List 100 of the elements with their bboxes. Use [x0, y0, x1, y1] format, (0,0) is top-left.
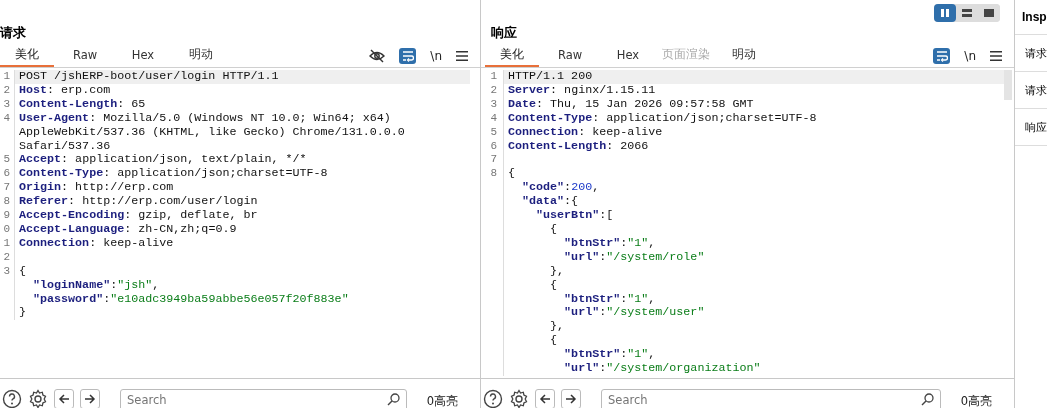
- line-number: 3: [489, 97, 498, 112]
- newline-toggle[interactable]: \n: [430, 48, 442, 63]
- inspector-section[interactable]: 响应: [1025, 119, 1047, 135]
- code-line: "code":200,: [503, 181, 1004, 196]
- code-line: "url":"/system/user": [503, 306, 1004, 321]
- right-arrow-icon: [565, 393, 577, 405]
- line-number: 1: [2, 236, 10, 251]
- code-line: "data":{: [503, 195, 1004, 210]
- search-icon: [920, 393, 934, 406]
- code-line: "url":"/system/organization": [503, 362, 1004, 376]
- tab[interactable]: Raw: [58, 44, 112, 67]
- line-number: 5: [489, 125, 498, 140]
- line-number: 4: [2, 111, 10, 126]
- code-line: Accept-Encoding: gzip, deflate, br: [14, 209, 470, 223]
- eye-slash-icon[interactable]: [369, 48, 386, 63]
- highlight-count: 0高亮: [960, 394, 992, 408]
- tab[interactable]: 美化: [0, 44, 54, 67]
- rows-layout-icon: [961, 7, 973, 19]
- line-number: 6: [489, 139, 498, 154]
- code-line: "btnStr":"1",: [503, 292, 1004, 307]
- code-line: "btnStr":"1",: [503, 236, 1004, 251]
- code-line: },: [503, 264, 1004, 279]
- gear-icon[interactable]: [28, 389, 48, 408]
- line-number: 3: [2, 264, 10, 279]
- line-number: 4: [489, 111, 498, 126]
- right-arrow-icon: [84, 393, 96, 405]
- tab[interactable]: 明动: [174, 44, 228, 67]
- code-line: {: [503, 278, 1004, 293]
- line-number: 9: [2, 209, 10, 223]
- code-line: {: [503, 222, 1004, 237]
- forward-button[interactable]: [80, 389, 100, 408]
- tab[interactable]: 美化: [485, 44, 539, 67]
- code-line: {: [503, 334, 1004, 349]
- code-line: Referer: http://erp.com/user/login: [14, 195, 470, 210]
- code-line: },: [503, 320, 1004, 335]
- wrap-toggle-button[interactable]: [933, 47, 951, 64]
- code-line: Connection: keep-alive: [503, 125, 1004, 140]
- line-number: 2: [2, 250, 10, 265]
- pane-title: 请求: [0, 24, 26, 42]
- code-line: Origin: http://erp.com: [14, 181, 470, 196]
- tab[interactable]: Hex: [116, 44, 170, 67]
- line-number: 3: [2, 97, 10, 112]
- line-number: 7: [489, 153, 498, 168]
- menu-icon[interactable]: [456, 49, 468, 62]
- code-line: {: [503, 167, 1004, 182]
- left-arrow-icon: [539, 393, 551, 405]
- code-line: "password":"e10adc3949ba59abbe56e057f20f883e": [14, 292, 470, 307]
- code-line: "loginName":"jsh",: [14, 278, 470, 293]
- code-line: Host: erp.com: [14, 83, 470, 98]
- code-line: Content-Length: 2066: [503, 139, 1004, 154]
- code-line: Content-Type: application/json;charset=UTF-8: [503, 111, 1004, 126]
- search-icon: [386, 393, 400, 406]
- code-line: AppleWebKit/537.36 (KHTML, like Gecko) Chrome/131.0.0.0: [14, 125, 470, 140]
- line-number: 5: [2, 153, 10, 168]
- layout-toggle-button[interactable]: [934, 4, 956, 22]
- line-number: 2: [489, 83, 498, 98]
- search-field[interactable]: Search: [120, 389, 407, 408]
- line-number: 0: [2, 222, 10, 237]
- code-line: }: [14, 306, 470, 321]
- back-button[interactable]: [54, 389, 74, 408]
- menu-icon[interactable]: [990, 49, 1002, 62]
- help-icon[interactable]: [483, 389, 503, 408]
- left-arrow-icon: [58, 393, 70, 405]
- line-number: 1: [2, 70, 10, 84]
- scrollbar-thumb[interactable]: [1004, 70, 1012, 100]
- newline-toggle[interactable]: \n: [964, 48, 976, 63]
- code-line: User-Agent: Mozilla/5.0 (Windows NT 10.0; Win64; x64): [14, 111, 470, 126]
- wrap-toggle-button[interactable]: [399, 47, 417, 64]
- line-number: 7: [2, 181, 10, 196]
- search-field[interactable]: Search: [601, 389, 941, 408]
- code-line: Content-Length: 65: [14, 97, 470, 112]
- inspector-title: Insp: [1022, 10, 1047, 24]
- code-line: Safari/537.36: [14, 139, 470, 154]
- pane-title: 响应: [490, 24, 517, 42]
- line-number: 8: [489, 167, 498, 182]
- highlight-count: 0高亮: [426, 394, 458, 408]
- code-line: Content-Type: application/json;charset=UTF-8: [14, 167, 470, 182]
- inspector-section[interactable]: 请求: [1025, 45, 1047, 61]
- wrap-lines-icon: [935, 49, 948, 62]
- tab[interactable]: 明动: [717, 44, 771, 67]
- single-layout-icon: [983, 7, 995, 19]
- tab[interactable]: Raw: [543, 44, 597, 67]
- line-number: 1: [489, 70, 498, 84]
- code-line: Accept-Language: zh-CN,zh;q=0.9: [14, 222, 470, 237]
- code-line: {: [14, 264, 470, 279]
- line-number: 2: [2, 83, 10, 98]
- forward-button[interactable]: [561, 389, 581, 408]
- line-number: 6: [2, 167, 10, 182]
- help-icon[interactable]: [2, 389, 22, 408]
- code-line: Accept: application/json, text/plain, */*: [14, 153, 470, 168]
- tab[interactable]: Hex: [601, 44, 655, 67]
- inspector-section[interactable]: 请求: [1025, 82, 1047, 98]
- columns-layout-icon: [939, 7, 951, 19]
- wrap-lines-icon: [401, 49, 414, 62]
- code-line: "btnStr":"1",: [503, 348, 1004, 363]
- back-button[interactable]: [535, 389, 555, 408]
- code-line: Connection: keep-alive: [14, 236, 470, 251]
- code-line: "userBtn":[: [503, 209, 1004, 223]
- gear-icon[interactable]: [509, 389, 529, 408]
- code-line: "url":"/system/role": [503, 250, 1004, 265]
